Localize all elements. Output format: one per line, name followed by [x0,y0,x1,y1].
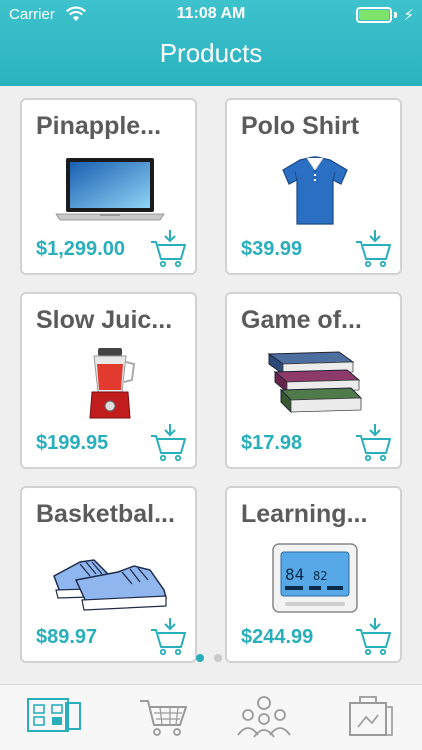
polo-shirt-icon [282,156,348,225]
product-name: Basketbal... [36,500,175,528]
add-to-cart-icon[interactable] [354,616,392,656]
charging-icon: ⚡ [403,7,414,24]
product-name: Polo Shirt [241,112,360,140]
page-dot-active[interactable] [196,654,204,662]
product-card[interactable]: Basketbal... $89.97 [20,486,197,663]
thermostat-current-temp: 84 [285,565,304,584]
thermostat-icon: 84 82 [272,543,358,613]
cart-icon[interactable] [132,693,192,739]
add-to-cart-icon[interactable] [149,228,187,268]
add-to-cart-icon[interactable] [149,616,187,656]
product-name: Pinapple... [36,112,162,140]
juicer-icon [89,348,136,419]
people-icon[interactable] [234,693,294,739]
product-name: Slow Juic... [36,306,173,334]
product-name: Game of... [241,306,362,334]
status-bar: Carrier 11:08 AM ⚡ [0,0,422,30]
product-card[interactable]: Polo Shirt $39.99 [225,98,402,275]
page-dot[interactable] [214,654,222,662]
add-to-cart-icon[interactable] [149,422,187,462]
product-card[interactable]: Learning... 84 82 $244.99 [225,486,402,663]
product-price: $39.99 [241,238,303,260]
books-icon [267,351,363,414]
product-grid-icon[interactable] [24,693,84,739]
thermostat-set-temp: 82 [313,569,327,583]
product-price: $199.95 [36,432,109,454]
product-card[interactable]: Pinapple... $1,299.00 [20,98,197,275]
navigation-header: Carrier 11:08 AM ⚡ Products [0,0,422,86]
battery-icon [356,7,392,23]
product-name: Learning... [241,500,368,528]
add-to-cart-icon[interactable] [354,422,392,462]
sneakers-icon [53,559,167,611]
page-title: Products [159,38,263,68]
product-price: $89.97 [36,626,98,648]
product-card[interactable]: Slow Juic... $199.95 [20,292,197,469]
battery-tip [394,12,397,18]
shopping-bag-icon[interactable] [340,693,400,739]
add-to-cart-icon[interactable] [354,228,392,268]
product-price: $1,299.00 [36,238,125,260]
product-price: $17.98 [241,432,303,454]
tab-bar [0,684,422,750]
product-price: $244.99 [241,626,314,648]
product-card[interactable]: Game of... $17.98 [225,292,402,469]
laptop-icon [55,158,165,221]
